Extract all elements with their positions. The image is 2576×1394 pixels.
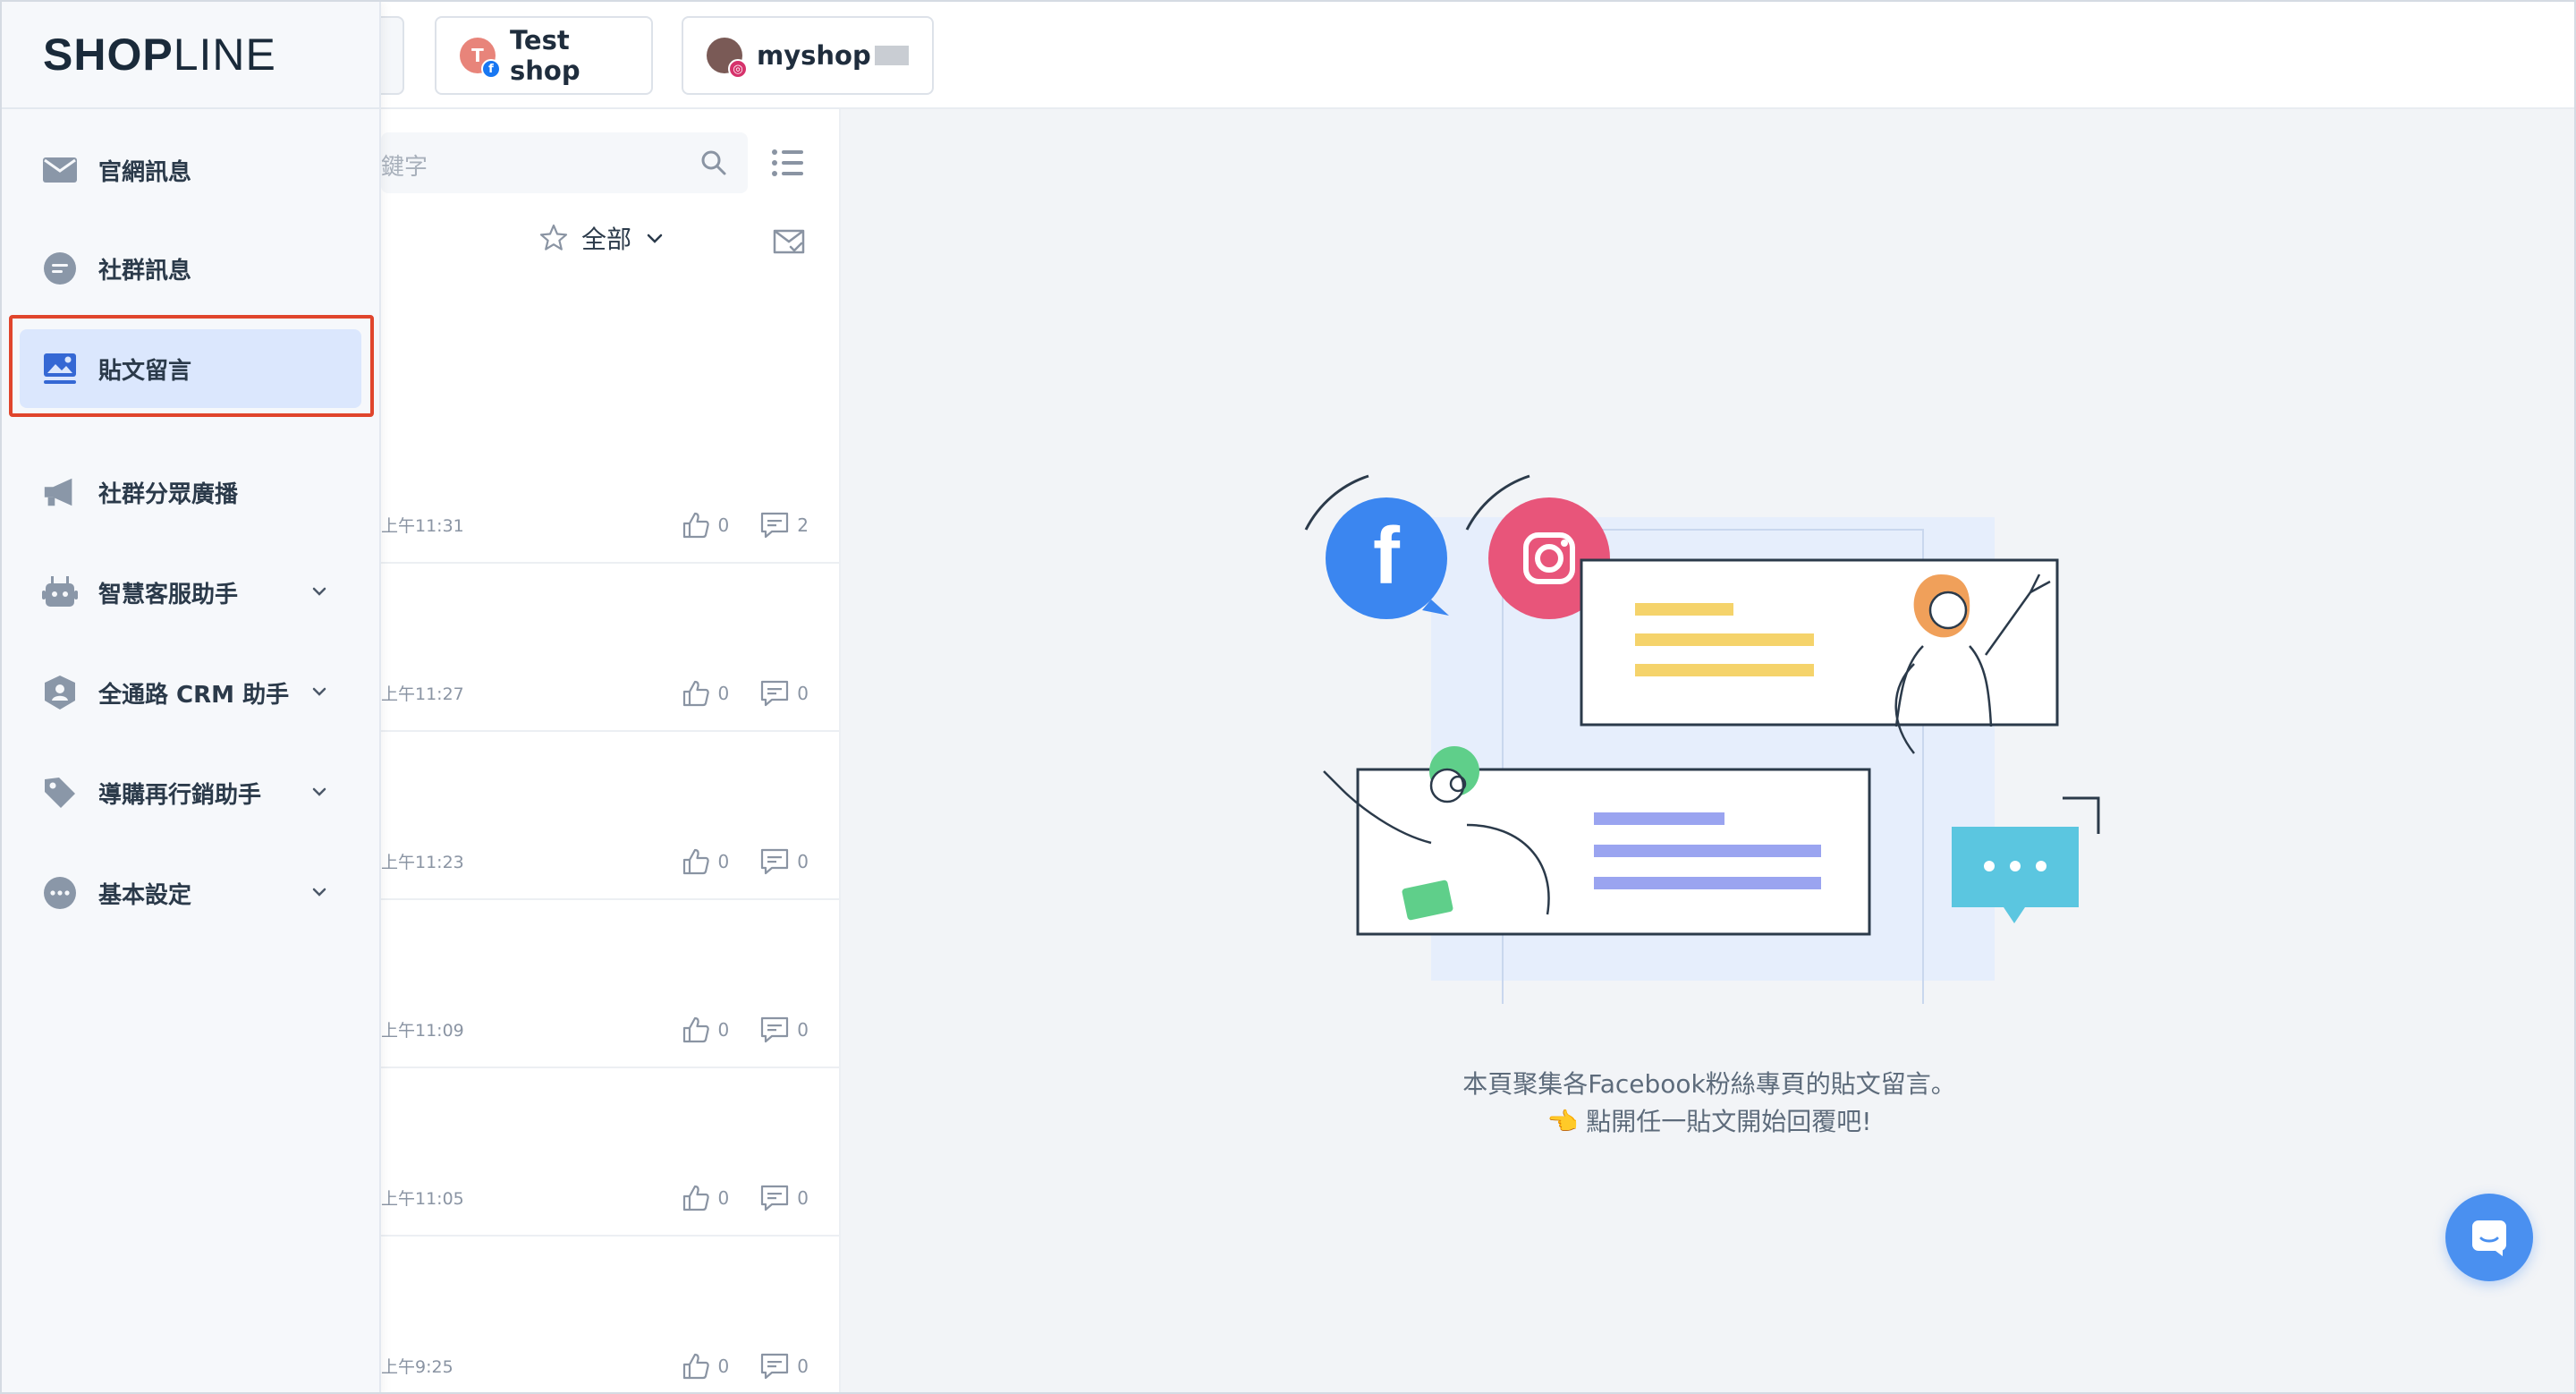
sidebar-item-label: 官網訊息 <box>98 158 192 186</box>
support-chat-button[interactable] <box>2445 1194 2533 1281</box>
thumbs-up-icon <box>682 1353 709 1380</box>
svg-text:f: f <box>1373 512 1401 601</box>
like-count: 0 <box>717 1187 730 1209</box>
sidebar-item-ai-assistant[interactable]: 智慧客服助手 <box>20 553 361 632</box>
sidebar-item-label: 智慧客服助手 <box>98 581 239 608</box>
shop-avatar: ◎ <box>707 38 748 79</box>
comment-count: 0 <box>797 851 809 872</box>
comment-count: 0 <box>797 1019 809 1041</box>
post-stats: 00 <box>681 1015 809 1045</box>
empty-state-hint-action: 👈 點開任一貼文開始回覆吧! <box>1546 1107 1872 1136</box>
mail-icon <box>41 151 79 189</box>
post-list-panel: 鍵字 全部 上午11:31 0 2 上午11:27 0 0 上午11:23 0 0 上午11:09… <box>381 109 841 1392</box>
chevron-down-icon <box>312 888 326 897</box>
post-list-item[interactable]: 上午11:05 0 0 <box>381 1068 839 1237</box>
sidebar-item-remarketing[interactable]: 導購再行銷助手 <box>20 753 361 832</box>
chat-icon <box>2472 1220 2506 1256</box>
comment-count: 0 <box>797 683 809 704</box>
thumbs-up-icon <box>682 512 709 539</box>
like-count: 0 <box>717 851 730 872</box>
post-list-item[interactable]: 上午11:09 0 0 <box>381 900 839 1068</box>
more-dots-icon <box>41 874 79 912</box>
post-stats: 00 <box>681 678 809 709</box>
sidebar-item-settings[interactable]: 基本設定 <box>20 854 361 932</box>
top-bar: T f Test shop ◎ myshop <box>2 2 2574 109</box>
post-list-item[interactable]: 上午11:31 0 2 <box>381 395 839 564</box>
like-count: 0 <box>717 683 730 704</box>
app-window: T f Test shop ◎ myshop 鍵字 全部 上午11:31 0 2… <box>0 0 2576 1394</box>
post-time: 上午11:05 <box>381 1189 464 1209</box>
account-chip-myshop[interactable]: ◎ myshop <box>682 16 934 95</box>
sidebar-item-broadcast[interactable]: 社群分眾廣播 <box>20 453 361 531</box>
post-stats: 00 <box>681 1183 809 1213</box>
customer-shield-icon <box>41 674 79 711</box>
like-count: 0 <box>717 514 730 536</box>
sidebar-divider <box>2 107 381 109</box>
sidebar-item-label: 導購再行銷助手 <box>98 781 262 809</box>
comment-count: 0 <box>797 1356 809 1377</box>
chat-bubble-icon <box>41 250 79 287</box>
empty-state-hint: 本頁聚集各Facebook粉絲專頁的貼文留言。 <box>1462 1069 1956 1099</box>
post-list-item[interactable]: 上午11:23 0 0 <box>381 732 839 900</box>
like-count: 0 <box>717 1356 730 1377</box>
post-stats: 02 <box>681 510 809 540</box>
chevron-down-icon <box>312 587 326 596</box>
sidebar-item-crm-assistant[interactable]: 全通路 CRM 助手 <box>20 653 361 732</box>
post-stats: 00 <box>681 846 809 877</box>
comment-icon <box>761 1353 789 1380</box>
post-list-item[interactable]: 上午11:27 0 0 <box>381 564 839 732</box>
comment-count: 0 <box>797 1187 809 1209</box>
comment-count: 2 <box>797 514 809 536</box>
post-stats: 00 <box>681 1351 809 1381</box>
sidebar-item-label: 社群分眾廣播 <box>98 480 239 508</box>
mark-read-icon[interactable] <box>771 224 807 259</box>
shopline-logo: SHOPLINE <box>43 30 276 80</box>
post-time: 上午11:31 <box>381 516 464 536</box>
sidebar-item-label: 全通路 CRM 助手 <box>98 681 290 709</box>
comment-icon <box>761 1016 789 1043</box>
comment-icon <box>761 848 789 875</box>
post-time: 上午9:25 <box>381 1357 453 1377</box>
like-count: 0 <box>717 1019 730 1041</box>
post-time: 上午11:27 <box>381 684 464 704</box>
megaphone-icon <box>41 473 79 511</box>
tag-icon <box>41 774 79 812</box>
search-icon[interactable] <box>699 149 728 177</box>
thumbs-up-icon <box>682 1016 709 1043</box>
post-list-item[interactable]: 上午9:25 0 0 <box>381 1237 839 1392</box>
sidebar-item-social-messages[interactable]: 社群訊息 <box>20 229 361 308</box>
comment-icon <box>761 512 789 539</box>
thumbs-up-icon <box>682 1185 709 1211</box>
thumbs-up-icon <box>682 848 709 875</box>
star-icon <box>539 224 568 251</box>
account-chip-test-shop[interactable]: T f Test shop <box>435 16 653 95</box>
filter-dropdown[interactable]: 全部 <box>538 220 665 256</box>
list-view-icon[interactable] <box>769 145 805 181</box>
thumbs-up-icon <box>682 680 709 707</box>
account-name: myshop <box>757 40 871 71</box>
highlight-annotation <box>9 315 374 417</box>
instagram-badge-icon: ◎ <box>728 59 748 79</box>
redacted-text <box>874 46 909 65</box>
search-placeholder: 鍵字 <box>381 154 428 181</box>
comment-icon <box>761 1185 789 1211</box>
comment-icon <box>761 680 789 707</box>
robot-icon <box>41 574 79 611</box>
sidebar-item-label: 社群訊息 <box>98 257 192 285</box>
shop-avatar: T f <box>460 38 501 79</box>
account-name: Test shop <box>510 25 580 86</box>
search-input[interactable]: 鍵字 <box>381 132 748 193</box>
chevron-down-icon <box>312 687 326 696</box>
chevron-down-icon <box>312 787 326 796</box>
facebook-badge-icon: f <box>481 59 501 79</box>
sidebar-item-web-messages[interactable]: 官網訊息 <box>20 131 361 209</box>
social-comments-illustration: f <box>1304 474 2100 1004</box>
main-empty-state: f 本頁聚集各Facebook粉絲專頁的貼文留言。 👈 點開任一貼文開始回覆吧! <box>841 109 2574 1392</box>
post-time: 上午11:09 <box>381 1021 464 1041</box>
post-time: 上午11:23 <box>381 853 464 872</box>
sidebar-item-label: 基本設定 <box>98 881 192 909</box>
chevron-down-icon <box>647 234 663 243</box>
sidebar: SHOPLINE 官網訊息 社群訊息 貼文留言 社群分眾廣播 智慧客服助手 全通… <box>2 2 381 1392</box>
filter-label: 全部 <box>581 225 632 254</box>
